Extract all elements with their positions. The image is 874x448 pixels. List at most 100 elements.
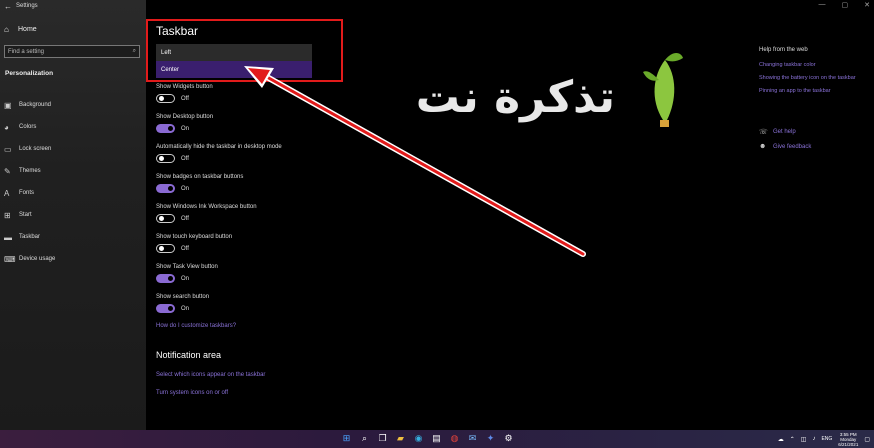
setting-autohide: Automatically hide the taskbar in deskto… — [156, 144, 282, 163]
desktop-toggle[interactable] — [156, 124, 175, 133]
clock-date: 6/21/2021 — [838, 441, 859, 447]
feedback-icon: ☻ — [759, 143, 767, 150]
setting-label: Automatically hide the taskbar in deskto… — [156, 144, 282, 150]
font-icon: A — [4, 188, 10, 198]
widgets-toggle[interactable] — [156, 94, 175, 103]
mail-icon[interactable]: ✉ — [466, 432, 479, 445]
sidebar-item-fonts[interactable]: A Fonts — [4, 182, 55, 204]
ink-toggle[interactable] — [156, 214, 175, 223]
chat-icon: ☏ — [759, 129, 768, 136]
toggle-state: On — [181, 185, 190, 192]
sidebar-item-start[interactable]: ⊞ Start — [4, 204, 55, 226]
setting-label: Show Windows Ink Workspace button — [156, 204, 257, 210]
title-bar: ← Settings — [0, 0, 146, 12]
setting-label: Show Desktop button — [156, 114, 214, 120]
help-title: Help from the web — [759, 47, 808, 53]
maximize-button[interactable]: ▢ — [842, 1, 849, 9]
network-icon[interactable]: ◫ — [801, 436, 807, 443]
window-controls: — ▢ ✕ — [819, 1, 871, 9]
sidebar-item-device-usage[interactable]: ⌨ Device usage — [4, 248, 55, 270]
setting-ink: Show Windows Ink Workspace button Off — [156, 204, 257, 223]
search-icon[interactable]: ⌕ — [358, 432, 371, 445]
help-panel: Help from the web Changing taskbar color… — [759, 47, 869, 100]
setting-label: Show touch keyboard button — [156, 234, 233, 240]
setting-label: Show Task View button — [156, 264, 218, 270]
chevron-up-icon[interactable]: ⌃ — [790, 436, 795, 443]
task-view-toggle[interactable] — [156, 274, 175, 283]
setting-task-view: Show Task View button On — [156, 264, 218, 283]
watermark-text: تذكرة نت — [416, 72, 615, 123]
setting-desktop: Show Desktop button On — [156, 114, 213, 133]
back-arrow-icon[interactable]: ← — [4, 2, 16, 11]
setting-label: Show search button — [156, 294, 210, 300]
section-label: Personalization — [5, 70, 54, 77]
get-help-link[interactable]: ☏ Get help — [759, 128, 796, 136]
setting-label: Show badges on taskbar buttons — [156, 174, 244, 180]
toggle-state: Off — [181, 215, 189, 222]
task-view-icon[interactable]: ❐ — [376, 432, 389, 445]
window-title: Settings — [16, 3, 38, 9]
taskbar-icon: ▬ — [4, 232, 12, 242]
start-button-icon[interactable]: ⊞ — [340, 432, 353, 445]
setting-touch-keyboard: Show touch keyboard button Off — [156, 234, 232, 253]
search-icon: ⌕ — [132, 48, 136, 54]
search-input[interactable]: Find a setting ⌕ — [4, 45, 140, 58]
monitor-icon: ▭ — [4, 144, 12, 154]
toggle-state: Off — [181, 245, 189, 252]
toggle-state: Off — [181, 95, 189, 102]
sidebar-item-label: Start — [19, 212, 32, 218]
store-icon[interactable]: ▤ — [430, 432, 443, 445]
chrome-icon[interactable]: ◍ — [448, 432, 461, 445]
home-icon: ⌂ — [4, 25, 9, 34]
notification-icon[interactable]: ▢ — [864, 436, 870, 443]
sidebar-item-label: Lock screen — [19, 146, 52, 152]
toggle-state: On — [181, 275, 190, 282]
sidebar-item-background[interactable]: ▣ Background — [4, 94, 55, 116]
help-link-battery[interactable]: Showing the battery icon on the taskbar — [759, 74, 869, 82]
system-tray: ☁ ⌃ ◫ ♪ ENG 3:55 PM Monday 6/21/2021 ▢ — [778, 430, 870, 448]
edge-icon[interactable]: ◉ — [412, 432, 425, 445]
taskbar-apps: ⊞ ⌕ ❐ ▰ ◉ ▤ ◍ ✉ ✦ ⚙ — [340, 432, 515, 445]
home-link[interactable]: ⌂ Home — [4, 25, 37, 34]
get-help-label: Get help — [773, 129, 796, 135]
search-toggle[interactable] — [156, 304, 175, 313]
app-icon[interactable]: ✦ — [484, 432, 497, 445]
device-icon: ⌨ — [4, 254, 16, 264]
sidebar-item-label: Background — [19, 102, 52, 108]
toggle-state: On — [181, 305, 190, 312]
select-icons-link[interactable]: Select which icons appear on the taskbar — [156, 372, 265, 378]
setting-search: Show search button On — [156, 294, 209, 313]
customize-taskbars-link[interactable]: How do I customize taskbars? — [156, 323, 236, 329]
clock-time: 3:55 PM — [839, 431, 857, 437]
sidebar-item-themes[interactable]: ✎ Themes — [4, 160, 55, 182]
sidebar-item-taskbar[interactable]: ▬ Taskbar — [4, 226, 55, 248]
home-label: Home — [18, 26, 37, 33]
sidebar-item-colors[interactable]: ◕ Colors — [4, 116, 55, 138]
close-button[interactable]: ✕ — [864, 1, 870, 9]
touch-keyboard-toggle[interactable] — [156, 244, 175, 253]
clock[interactable]: 3:55 PM Monday 6/21/2021 — [838, 432, 858, 447]
give-feedback-label: Give feedback — [773, 143, 812, 150]
system-icons-link[interactable]: Turn system icons on or off — [156, 390, 228, 396]
start-icon: ⊞ — [4, 210, 11, 220]
settings-gear-icon[interactable]: ⚙ — [502, 432, 515, 445]
help-link-pinning[interactable]: Pinning an app to the taskbar — [759, 87, 869, 95]
badges-toggle[interactable] — [156, 184, 175, 193]
give-feedback-link[interactable]: ☻ Give feedback — [759, 143, 811, 150]
help-link-color[interactable]: Changing taskbar color — [759, 61, 869, 69]
volume-icon[interactable]: ♪ — [812, 436, 815, 442]
file-explorer-icon[interactable]: ▰ — [394, 432, 407, 445]
notification-area-title: Notification area — [156, 350, 222, 360]
sidebar-item-label: Device usage — [19, 256, 56, 262]
sidebar-item-lock-screen[interactable]: ▭ Lock screen — [4, 138, 55, 160]
setting-label: Show Widgets button — [156, 84, 213, 90]
cloud-icon[interactable]: ☁ — [778, 436, 784, 443]
autohide-toggle[interactable] — [156, 154, 175, 163]
sidebar-item-label: Fonts — [19, 190, 35, 196]
lightbulb-leaf-icon — [643, 53, 683, 127]
language-indicator[interactable]: ENG — [821, 436, 832, 442]
image-icon: ▣ — [4, 100, 12, 110]
sidebar-nav: ▣ Background ◕ Colors ▭ Lock screen ✎ Themes… — [4, 94, 55, 270]
brush-icon: ✎ — [4, 166, 11, 176]
minimize-button[interactable]: — — [819, 1, 826, 9]
